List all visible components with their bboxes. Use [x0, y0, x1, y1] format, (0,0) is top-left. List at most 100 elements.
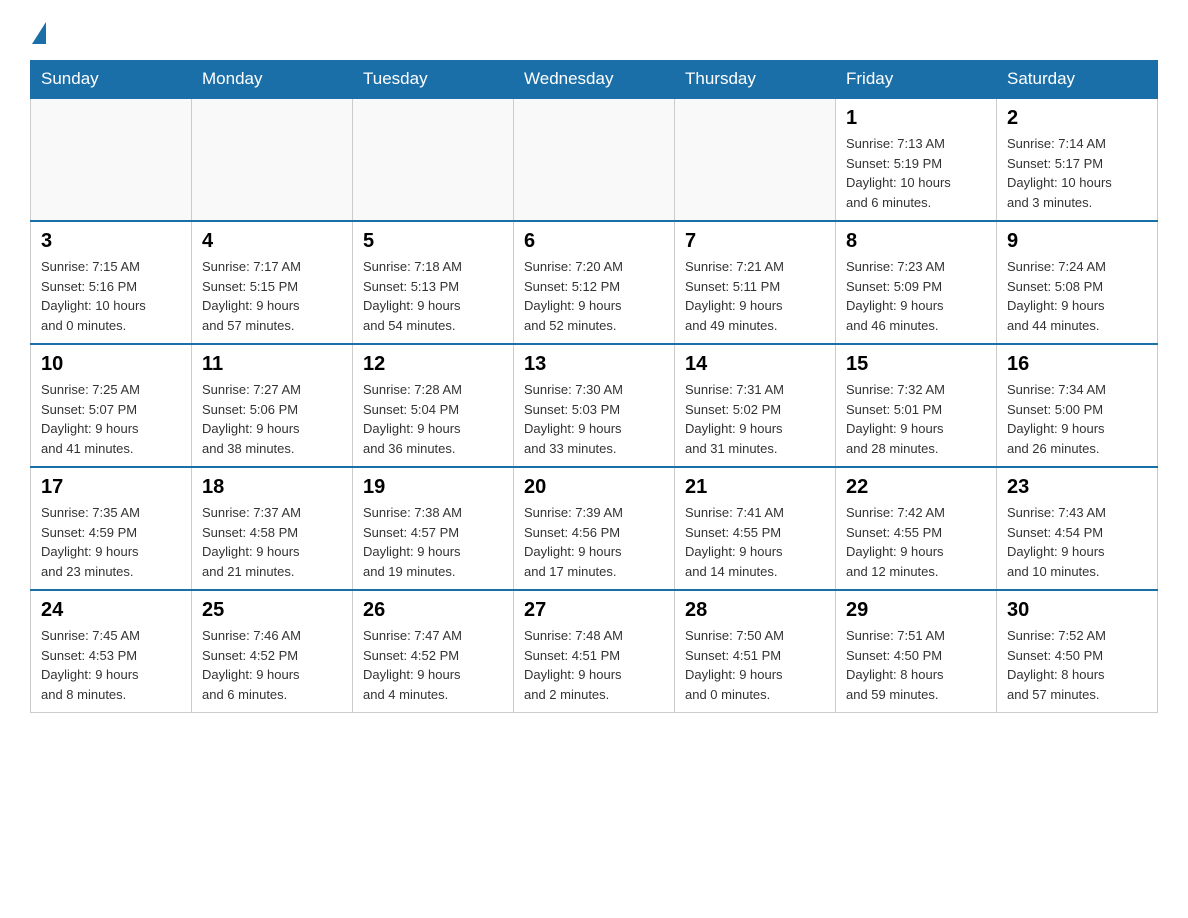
day-info: Sunrise: 7:17 AMSunset: 5:15 PMDaylight:…: [202, 257, 342, 335]
calendar-cell: 4 Sunrise: 7:17 AMSunset: 5:15 PMDaylight…: [192, 221, 353, 344]
day-info: Sunrise: 7:25 AMSunset: 5:07 PMDaylight:…: [41, 380, 181, 458]
calendar-cell: 28 Sunrise: 7:50 AMSunset: 4:51 PMDayligh…: [675, 590, 836, 713]
day-info: Sunrise: 7:51 AMSunset: 4:50 PMDaylight:…: [846, 626, 986, 704]
calendar-cell: 24 Sunrise: 7:45 AMSunset: 4:53 PMDayligh…: [31, 590, 192, 713]
day-number: 30: [1007, 599, 1147, 622]
day-number: 7: [685, 230, 825, 253]
calendar-cell: 8 Sunrise: 7:23 AMSunset: 5:09 PMDaylight…: [836, 221, 997, 344]
day-info: Sunrise: 7:41 AMSunset: 4:55 PMDaylight:…: [685, 503, 825, 581]
day-info: Sunrise: 7:24 AMSunset: 5:08 PMDaylight:…: [1007, 257, 1147, 335]
day-info: Sunrise: 7:27 AMSunset: 5:06 PMDaylight:…: [202, 380, 342, 458]
column-header-wednesday: Wednesday: [514, 61, 675, 99]
calendar-cell: 21 Sunrise: 7:41 AMSunset: 4:55 PMDayligh…: [675, 467, 836, 590]
logo: [30, 20, 46, 44]
calendar-cell: [353, 98, 514, 221]
calendar-cell: 22 Sunrise: 7:42 AMSunset: 4:55 PMDayligh…: [836, 467, 997, 590]
calendar-header-row: SundayMondayTuesdayWednesdayThursdayFrid…: [31, 61, 1158, 99]
calendar-cell: 14 Sunrise: 7:31 AMSunset: 5:02 PMDayligh…: [675, 344, 836, 467]
calendar-cell: 12 Sunrise: 7:28 AMSunset: 5:04 PMDayligh…: [353, 344, 514, 467]
day-number: 19: [363, 476, 503, 499]
day-info: Sunrise: 7:30 AMSunset: 5:03 PMDaylight:…: [524, 380, 664, 458]
day-info: Sunrise: 7:23 AMSunset: 5:09 PMDaylight:…: [846, 257, 986, 335]
calendar-cell: 30 Sunrise: 7:52 AMSunset: 4:50 PMDayligh…: [997, 590, 1158, 713]
day-number: 18: [202, 476, 342, 499]
day-number: 23: [1007, 476, 1147, 499]
day-info: Sunrise: 7:47 AMSunset: 4:52 PMDaylight:…: [363, 626, 503, 704]
column-header-tuesday: Tuesday: [353, 61, 514, 99]
calendar-cell: 1 Sunrise: 7:13 AMSunset: 5:19 PMDaylight…: [836, 98, 997, 221]
column-header-saturday: Saturday: [997, 61, 1158, 99]
day-number: 25: [202, 599, 342, 622]
day-info: Sunrise: 7:13 AMSunset: 5:19 PMDaylight:…: [846, 134, 986, 212]
day-info: Sunrise: 7:35 AMSunset: 4:59 PMDaylight:…: [41, 503, 181, 581]
day-info: Sunrise: 7:37 AMSunset: 4:58 PMDaylight:…: [202, 503, 342, 581]
day-number: 22: [846, 476, 986, 499]
calendar-week-row: 10 Sunrise: 7:25 AMSunset: 5:07 PMDayligh…: [31, 344, 1158, 467]
calendar-week-row: 24 Sunrise: 7:45 AMSunset: 4:53 PMDayligh…: [31, 590, 1158, 713]
calendar-cell: [31, 98, 192, 221]
day-info: Sunrise: 7:20 AMSunset: 5:12 PMDaylight:…: [524, 257, 664, 335]
calendar-cell: 23 Sunrise: 7:43 AMSunset: 4:54 PMDayligh…: [997, 467, 1158, 590]
calendar-week-row: 17 Sunrise: 7:35 AMSunset: 4:59 PMDayligh…: [31, 467, 1158, 590]
day-info: Sunrise: 7:39 AMSunset: 4:56 PMDaylight:…: [524, 503, 664, 581]
day-number: 10: [41, 353, 181, 376]
day-info: Sunrise: 7:46 AMSunset: 4:52 PMDaylight:…: [202, 626, 342, 704]
day-number: 8: [846, 230, 986, 253]
day-number: 29: [846, 599, 986, 622]
day-number: 28: [685, 599, 825, 622]
day-number: 16: [1007, 353, 1147, 376]
calendar-cell: 26Sunrise: 7:47 AMSunset: 4:52 PMDayligh…: [353, 590, 514, 713]
day-info: Sunrise: 7:38 AMSunset: 4:57 PMDaylight:…: [363, 503, 503, 581]
day-number: 1: [846, 107, 986, 130]
calendar-table: SundayMondayTuesdayWednesdayThursdayFrid…: [30, 60, 1158, 713]
day-number: 14: [685, 353, 825, 376]
day-info: Sunrise: 7:14 AMSunset: 5:17 PMDaylight:…: [1007, 134, 1147, 212]
day-number: 17: [41, 476, 181, 499]
day-number: 9: [1007, 230, 1147, 253]
calendar-cell: [192, 98, 353, 221]
day-number: 27: [524, 599, 664, 622]
day-number: 12: [363, 353, 503, 376]
day-info: Sunrise: 7:32 AMSunset: 5:01 PMDaylight:…: [846, 380, 986, 458]
day-info: Sunrise: 7:18 AMSunset: 5:13 PMDaylight:…: [363, 257, 503, 335]
column-header-monday: Monday: [192, 61, 353, 99]
calendar-cell: 29 Sunrise: 7:51 AMSunset: 4:50 PMDayligh…: [836, 590, 997, 713]
calendar-cell: 3Sunrise: 7:15 AMSunset: 5:16 PMDaylight…: [31, 221, 192, 344]
calendar-cell: 7 Sunrise: 7:21 AMSunset: 5:11 PMDaylight…: [675, 221, 836, 344]
day-info: Sunrise: 7:45 AMSunset: 4:53 PMDaylight:…: [41, 626, 181, 704]
day-info: Sunrise: 7:52 AMSunset: 4:50 PMDaylight:…: [1007, 626, 1147, 704]
calendar-cell: 13 Sunrise: 7:30 AMSunset: 5:03 PMDayligh…: [514, 344, 675, 467]
calendar-cell: 9 Sunrise: 7:24 AMSunset: 5:08 PMDaylight…: [997, 221, 1158, 344]
day-info: Sunrise: 7:43 AMSunset: 4:54 PMDaylight:…: [1007, 503, 1147, 581]
day-number: 5: [363, 230, 503, 253]
day-number: 4: [202, 230, 342, 253]
calendar-cell: 6 Sunrise: 7:20 AMSunset: 5:12 PMDaylight…: [514, 221, 675, 344]
day-info: Sunrise: 7:31 AMSunset: 5:02 PMDaylight:…: [685, 380, 825, 458]
calendar-cell: 10 Sunrise: 7:25 AMSunset: 5:07 PMDayligh…: [31, 344, 192, 467]
day-number: 24: [41, 599, 181, 622]
calendar-cell: 19 Sunrise: 7:38 AMSunset: 4:57 PMDayligh…: [353, 467, 514, 590]
page-header: [30, 20, 1158, 44]
day-info: Sunrise: 7:42 AMSunset: 4:55 PMDaylight:…: [846, 503, 986, 581]
calendar-cell: 15 Sunrise: 7:32 AMSunset: 5:01 PMDayligh…: [836, 344, 997, 467]
calendar-week-row: 3Sunrise: 7:15 AMSunset: 5:16 PMDaylight…: [31, 221, 1158, 344]
day-number: 15: [846, 353, 986, 376]
calendar-cell: 20 Sunrise: 7:39 AMSunset: 4:56 PMDayligh…: [514, 467, 675, 590]
calendar-cell: 18 Sunrise: 7:37 AMSunset: 4:58 PMDayligh…: [192, 467, 353, 590]
day-info: Sunrise: 7:34 AMSunset: 5:00 PMDaylight:…: [1007, 380, 1147, 458]
calendar-cell: 17 Sunrise: 7:35 AMSunset: 4:59 PMDayligh…: [31, 467, 192, 590]
calendar-cell: [675, 98, 836, 221]
calendar-cell: [514, 98, 675, 221]
day-info: Sunrise: 7:28 AMSunset: 5:04 PMDaylight:…: [363, 380, 503, 458]
calendar-cell: 2Sunrise: 7:14 AMSunset: 5:17 PMDaylight…: [997, 98, 1158, 221]
column-header-sunday: Sunday: [31, 61, 192, 99]
day-number: 11: [202, 353, 342, 376]
day-number: 20: [524, 476, 664, 499]
day-info: Sunrise: 7:21 AMSunset: 5:11 PMDaylight:…: [685, 257, 825, 335]
day-number: 3: [41, 230, 181, 253]
day-number: 21: [685, 476, 825, 499]
day-number: 6: [524, 230, 664, 253]
day-number: 13: [524, 353, 664, 376]
day-info: Sunrise: 7:48 AMSunset: 4:51 PMDaylight:…: [524, 626, 664, 704]
day-info: Sunrise: 7:50 AMSunset: 4:51 PMDaylight:…: [685, 626, 825, 704]
